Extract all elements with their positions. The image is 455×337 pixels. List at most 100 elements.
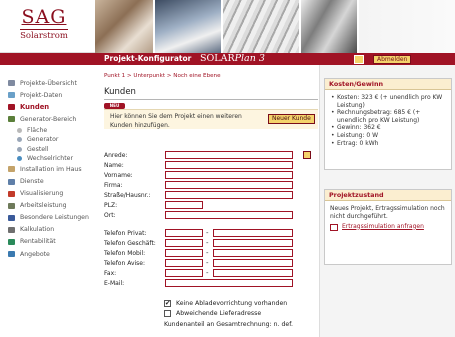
sidebar-item-11[interactable]: Arbeitsleistung — [8, 200, 89, 212]
tel-geschaeft-label: Telefon Geschäft: — [104, 240, 156, 247]
header-photo-roof — [301, 0, 359, 53]
tel-geschaeft-number-field[interactable] — [213, 239, 293, 247]
sidebar-item-13[interactable]: Kalkulation — [8, 224, 89, 236]
info-sidebar: Kosten/Gewinn Kosten: 323 € (+ unendlich… — [319, 65, 455, 337]
fax-number-field[interactable] — [213, 269, 293, 277]
project-state-title: Projektzustand — [325, 190, 451, 201]
sidebar-item-5[interactable]: Generator — [8, 135, 89, 145]
header-photo-office — [155, 0, 223, 53]
header-photo-solar-panels — [223, 0, 301, 53]
main-content: Punkt 1 > Unterpunkt > Noch eine Ebene K… — [97, 65, 319, 337]
fax-prefix-field[interactable] — [165, 269, 203, 277]
no-unload-checkbox[interactable] — [164, 299, 171, 307]
costs-item: Kosten: 323 € (+ unendlich pro KW Leistu… — [331, 94, 445, 109]
brand-title: SOLARPlan 3 — [200, 53, 265, 64]
email-label: E-Mail: — [104, 280, 125, 287]
house-icon — [8, 166, 15, 173]
sidebar-item-label: Generator — [27, 136, 59, 144]
vorname-row: Vorname: — [104, 171, 318, 180]
sidebar-item-2[interactable]: Kunden — [8, 101, 89, 113]
name-field[interactable] — [165, 161, 293, 169]
new-customer-button[interactable]: Neuer Kunde — [268, 114, 315, 124]
tel-privat-dash: - — [206, 229, 209, 237]
sidebar-item-label: Installation im Haus — [20, 165, 82, 173]
anrede-field[interactable] — [165, 151, 293, 159]
tel-avise-prefix-field[interactable] — [165, 259, 203, 267]
firma-field[interactable] — [165, 181, 293, 189]
sidebar-item-label: Besondere Leistungen — [20, 214, 89, 222]
sidebar-item-0[interactable]: Projekte-Übersicht — [8, 77, 89, 89]
sidebar-item-7[interactable]: Wechselrichter — [8, 154, 89, 164]
services-icon — [8, 178, 15, 185]
vorname-field[interactable] — [165, 171, 293, 179]
new-customer-panel: Hier können Sie dem Projekt einen weiter… — [104, 109, 318, 129]
strasse-field[interactable] — [165, 191, 293, 199]
brand-suffix: Plan 3 — [234, 53, 265, 64]
request-icon — [330, 223, 338, 231]
sidebar-item-1[interactable]: Projekt-Daten — [8, 89, 89, 101]
plz-row: PLZ: — [104, 201, 318, 210]
header-photo-blank — [359, 0, 455, 53]
brand-prefix: SOLAR — [200, 53, 235, 64]
breadcrumb[interactable]: Punkt 1 > Unterpunkt > Noch eine Ebene — [104, 73, 221, 79]
logout-button[interactable]: Abmelden — [373, 54, 412, 64]
tel-avise-label: Telefon Avise: — [104, 260, 145, 267]
sidebar-item-12[interactable]: Besondere Leistungen — [8, 212, 89, 224]
tel-mobil-number-field[interactable] — [213, 249, 293, 257]
sidebar-item-15[interactable]: Angebote — [8, 248, 89, 260]
simulation-request-row[interactable]: Ertragssimulation anfragen — [325, 221, 451, 233]
delete-customer-icon[interactable] — [303, 151, 311, 159]
costs-panel: Kosten/Gewinn Kosten: 323 € (+ unendlich… — [324, 78, 452, 170]
calculator-icon — [8, 226, 15, 233]
tel-mobil-row: Telefon Mobil: - — [104, 249, 318, 258]
offers-icon — [8, 251, 15, 258]
sidebar-item-label: Dienste — [20, 178, 44, 186]
other-address-checkbox-row[interactable]: Abweichende Lieferadresse — [164, 309, 261, 318]
tel-privat-number-field[interactable] — [213, 229, 293, 237]
logo-sub: Solarstrom — [20, 29, 68, 41]
sidebar-item-label: Visualisierung — [20, 190, 64, 198]
anrede-label: Anrede: — [104, 152, 128, 159]
name-row: Name: — [104, 161, 318, 170]
generator-icon — [8, 116, 15, 123]
new-customer-hint: Hier können Sie dem Projekt einen weiter… — [110, 113, 242, 129]
plz-label: PLZ: — [104, 202, 118, 209]
sidebar-item-4[interactable]: Fläche — [8, 125, 89, 135]
plz-field[interactable] — [165, 201, 203, 209]
no-unload-checkbox-row[interactable]: Keine Abladevorrichtung vorhanden — [164, 299, 287, 308]
costs-item: Ertrag: 0 kWh — [331, 140, 445, 148]
ort-label: Ort: — [104, 212, 116, 219]
app-window: SAG Solarstrom Projekt-Konfigurator SOLA… — [0, 0, 455, 337]
tel-mobil-prefix-field[interactable] — [165, 249, 203, 257]
tel-avise-number-field[interactable] — [213, 259, 293, 267]
sidebar-item-9[interactable]: Dienste — [8, 175, 89, 187]
tel-privat-row: Telefon Privat: - — [104, 229, 318, 238]
other-address-checkbox[interactable] — [164, 310, 171, 317]
sidebar-item-6[interactable]: Gestell — [8, 144, 89, 154]
sidebar-item-label: Generator-Bereich — [20, 115, 77, 123]
customer-share-text: Kundenanteil an Gesamtrechnung: n. def. — [164, 321, 293, 328]
costs-item: Gewinn: 362 € — [331, 124, 445, 132]
sidebar-item-14[interactable]: Rentabilität — [8, 236, 89, 248]
sidebar-item-10[interactable]: Visualisierung — [8, 188, 89, 200]
tel-avise-dash: - — [206, 259, 209, 267]
tel-geschaeft-prefix-field[interactable] — [165, 239, 203, 247]
sidebar-item-3[interactable]: Generator-Bereich — [8, 113, 89, 125]
home-icon[interactable] — [354, 54, 364, 64]
folder-list-icon — [8, 80, 15, 87]
email-field[interactable] — [165, 279, 293, 287]
costs-list: Kosten: 323 € (+ unendlich pro KW Leistu… — [325, 90, 451, 147]
logo-main: SAG — [21, 6, 67, 28]
strasse-row: Straße/Hausnr.: — [104, 191, 318, 200]
costs-item: Rechnungsbetrag: 685 € (+ unendlich pro … — [331, 109, 445, 124]
firma-label: Firma: — [104, 182, 123, 189]
ort-field[interactable] — [165, 211, 293, 219]
fax-row: Fax: - — [104, 269, 318, 278]
anrede-row: Anrede: — [104, 151, 318, 160]
tel-privat-prefix-field[interactable] — [165, 229, 203, 237]
visualization-icon — [8, 190, 15, 197]
sidebar-item-8[interactable]: Installation im Haus — [8, 163, 89, 175]
fax-label: Fax: — [104, 270, 117, 277]
simulation-request-link[interactable]: Ertragssimulation anfragen — [342, 223, 424, 231]
sag-solarstrom-logo[interactable]: SAG Solarstrom — [6, 6, 82, 46]
